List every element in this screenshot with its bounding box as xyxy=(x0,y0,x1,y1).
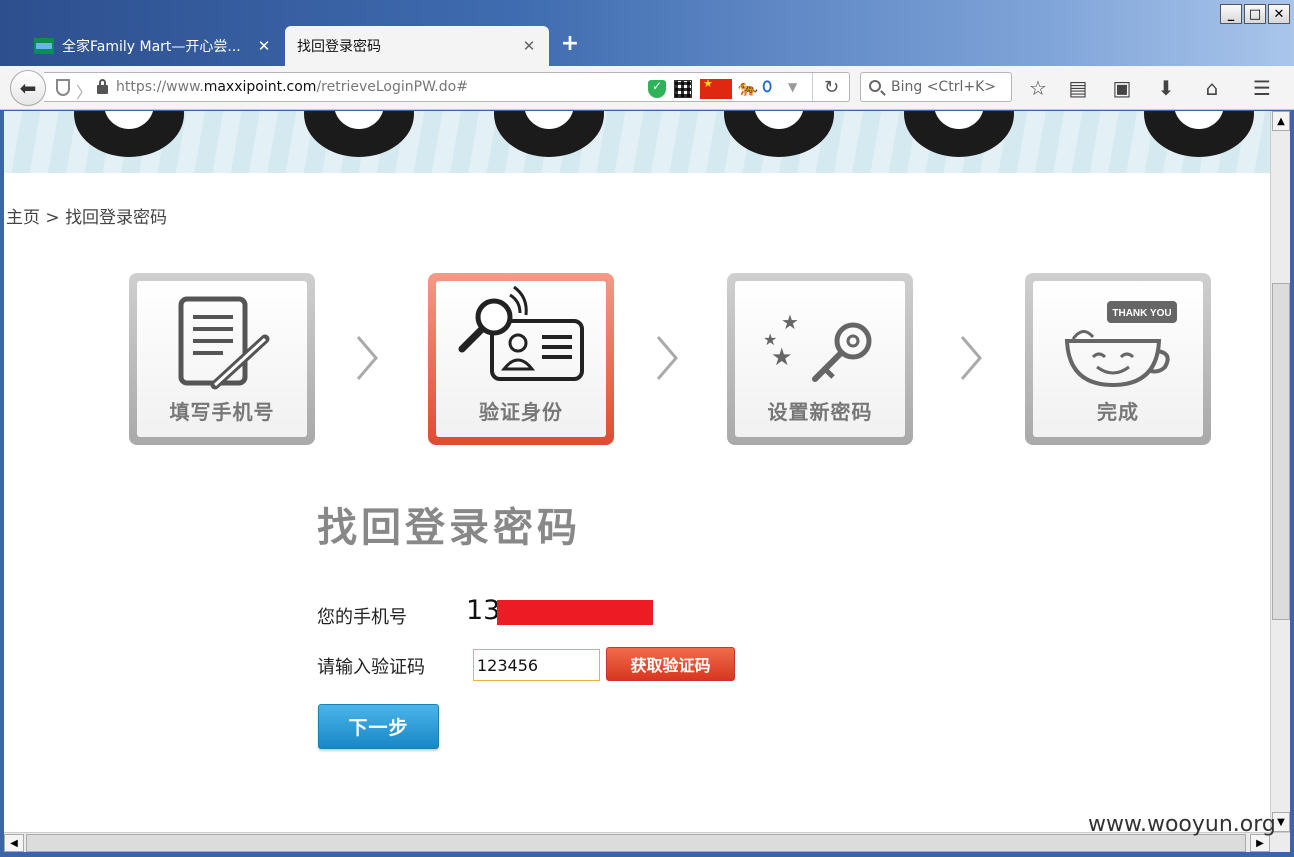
step-label: 完成 xyxy=(1097,400,1139,424)
phone-value: 13 xyxy=(466,595,501,626)
step-verify-identity: 验证身份 xyxy=(428,273,614,445)
lock-icon[interactable] xyxy=(97,79,108,94)
document-pen-icon xyxy=(178,296,270,390)
breadcrumb-separator: > xyxy=(45,208,60,228)
step-label: 设置新密码 xyxy=(767,400,873,424)
page-title: 找回登录密码 xyxy=(317,505,581,551)
step-set-new-password: ★ ★ ★ 设置新密码 xyxy=(727,273,913,445)
chevron-right-icon xyxy=(356,336,378,380)
home-icon[interactable]: ⌂ xyxy=(1198,74,1226,102)
address-bar[interactable]: 〉 https://www.maxxipoint.com/retrieveLog… xyxy=(44,72,850,102)
minimize-button[interactable]: _ xyxy=(1220,4,1242,24)
back-button[interactable]: ⬅ xyxy=(10,70,46,106)
chevron-right-icon xyxy=(656,336,678,380)
panda-image xyxy=(1144,111,1254,157)
step-fill-phone: 填写手机号 xyxy=(129,273,315,445)
scroll-up-icon[interactable]: ▲ xyxy=(1272,111,1290,131)
new-tab-button[interactable]: + xyxy=(558,30,582,56)
breadcrumb-home-link[interactable]: 主页 xyxy=(6,208,40,228)
search-box[interactable]: Bing <Ctrl+K> xyxy=(860,72,1012,102)
scroll-left-icon[interactable]: ◀ xyxy=(4,834,24,852)
step-label: 验证身份 xyxy=(479,400,563,424)
id-card-magnifier-icon xyxy=(458,285,584,381)
star-icon[interactable]: ☆ xyxy=(1024,74,1052,102)
china-flag-icon[interactable] xyxy=(700,77,732,99)
code-label: 请输入验证码 xyxy=(317,657,425,678)
reload-icon[interactable]: ↻ xyxy=(812,73,850,101)
panda-image xyxy=(724,111,834,157)
chevron-right-icon xyxy=(960,336,982,380)
step-complete: THANK YOU 完成 xyxy=(1025,273,1211,445)
chevron-right-icon: 〉 xyxy=(76,83,93,102)
thank-you-badge: THANK YOU xyxy=(1112,308,1171,319)
breadcrumb: 主页 > 找回登录密码 xyxy=(6,203,167,228)
tab-label: 全家Family Mart—开心尝... xyxy=(62,39,241,55)
adblock-shield-icon[interactable] xyxy=(648,79,666,98)
navigation-bar: 〉 https://www.maxxipoint.com/retrieveLog… xyxy=(0,66,1294,110)
tab-label: 找回登录密码 xyxy=(297,39,381,55)
download-icon[interactable]: ⬇ xyxy=(1152,74,1180,102)
close-window-button[interactable]: ✕ xyxy=(1268,4,1290,24)
redaction-box xyxy=(497,600,653,625)
search-placeholder: Bing <Ctrl+K> xyxy=(891,79,996,95)
menu-icon[interactable]: ☰ xyxy=(1248,74,1276,102)
vertical-scroll-thumb[interactable] xyxy=(1272,283,1290,620)
phone-label: 您的手机号 xyxy=(317,607,407,628)
panda-banner xyxy=(4,111,1270,173)
svg-text:★: ★ xyxy=(781,310,799,334)
vertical-scrollbar[interactable]: ▲ ▼ xyxy=(1270,111,1290,832)
page-content: 主页 > 找回登录密码 填写手机号 验证身份 ★ ★ ★ 设置新密码 THANK… xyxy=(4,111,1270,832)
url-text[interactable]: https://www.maxxipoint.com/retrieveLogin… xyxy=(116,79,468,95)
panda-image xyxy=(904,111,1014,157)
tab-close-icon[interactable]: ✕ xyxy=(521,37,537,55)
qr-code-icon[interactable] xyxy=(674,80,692,98)
tab-familymart[interactable]: 全家Family Mart—开心尝... ✕ xyxy=(22,26,284,66)
arrow-left-icon: ⬅ xyxy=(19,76,37,100)
step-label: 填写手机号 xyxy=(169,400,275,424)
dropdown-arrow-icon[interactable]: ▼ xyxy=(788,80,804,98)
swirl-extension-icon[interactable]: ௦ xyxy=(762,76,784,97)
next-step-button[interactable]: 下一步 xyxy=(318,704,439,749)
svg-text:★: ★ xyxy=(771,343,793,371)
search-icon xyxy=(869,80,881,92)
verification-code-input[interactable] xyxy=(473,649,600,681)
window-controls: _ □ ✕ xyxy=(1220,4,1290,24)
tiger-extension-icon[interactable]: 🐅 xyxy=(738,78,760,97)
panda-image xyxy=(494,111,604,157)
horizontal-scroll-thumb[interactable] xyxy=(26,834,1246,852)
watermark: www.wooyun.org xyxy=(1088,812,1276,837)
maximize-button[interactable]: □ xyxy=(1244,4,1266,24)
tab-retrieve-password[interactable]: 找回登录密码 ✕ xyxy=(285,26,549,66)
key-stars-icon: ★ ★ ★ xyxy=(763,310,872,382)
teacup-smile-icon: THANK YOU xyxy=(1064,301,1177,388)
breadcrumb-current: 找回登录密码 xyxy=(65,208,168,228)
get-code-button[interactable]: 获取验证码 xyxy=(606,647,735,681)
tracking-shield-icon[interactable] xyxy=(56,79,70,96)
familymart-favicon-icon xyxy=(34,38,54,54)
screenshot-icon[interactable]: ▣ xyxy=(1108,74,1136,102)
tab-close-icon[interactable]: ✕ xyxy=(256,37,272,55)
title-bar: _ □ ✕ 全家Family Mart—开心尝... ✕ 找回登录密码 ✕ + xyxy=(0,0,1294,66)
reading-list-icon[interactable]: ▤ xyxy=(1064,74,1092,102)
panda-image xyxy=(74,111,184,157)
panda-image xyxy=(304,111,414,157)
